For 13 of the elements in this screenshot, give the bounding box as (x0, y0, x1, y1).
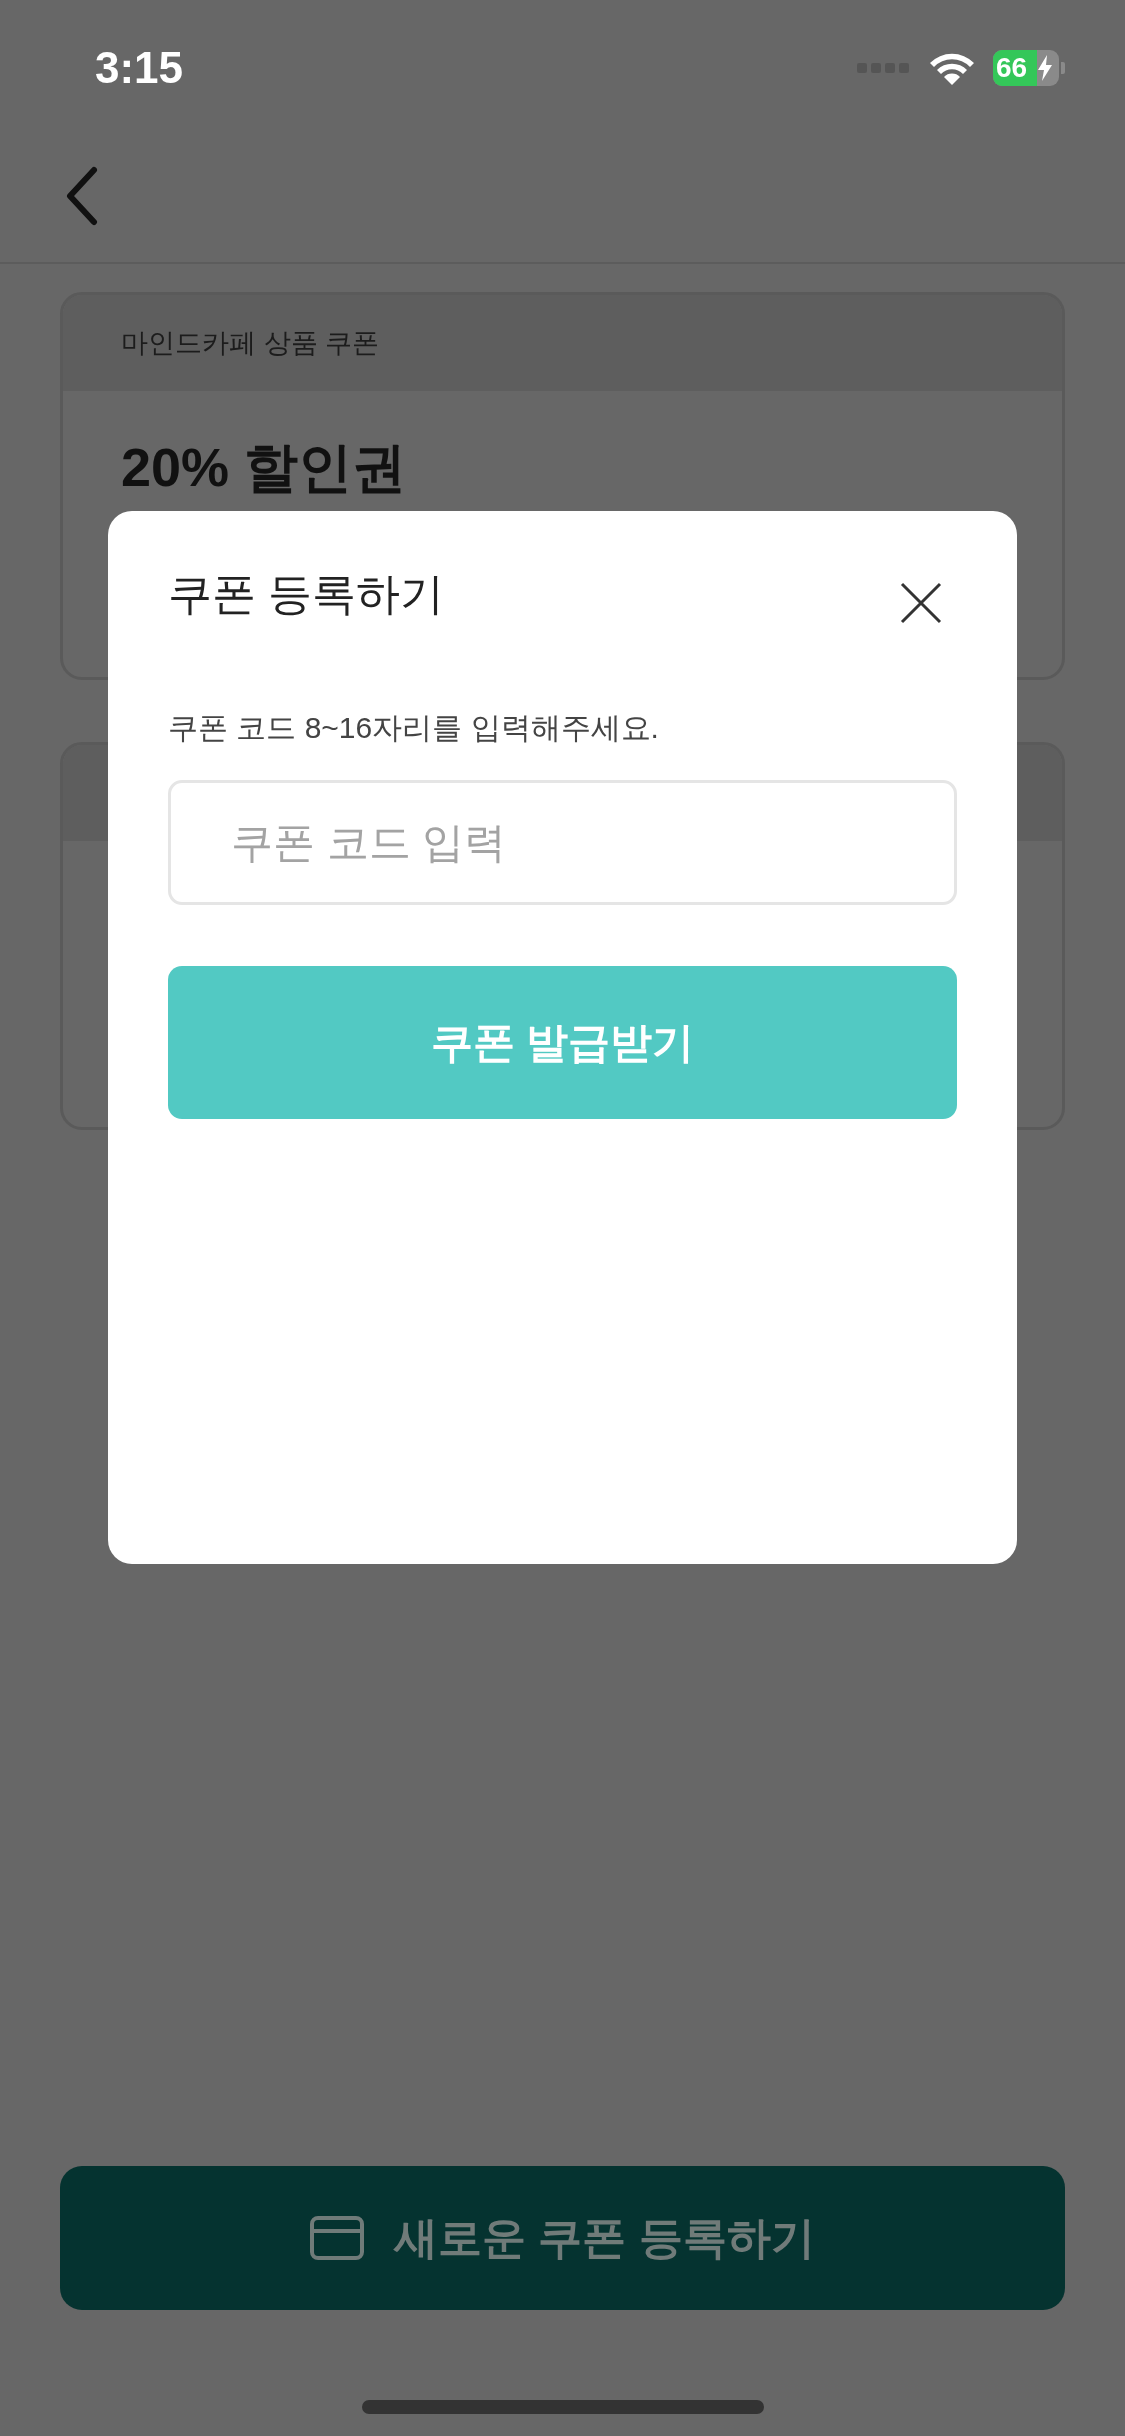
register-coupon-button[interactable]: 새로운 쿠폰 등록하기 (60, 2166, 1065, 2310)
status-time: 3:15 (95, 42, 184, 94)
dialog-title: 쿠폰 등록하기 (168, 568, 445, 620)
card-icon (310, 2216, 365, 2260)
wifi-icon (929, 51, 975, 85)
close-icon (900, 582, 942, 624)
coupon-title: 20% 할인권 (121, 437, 407, 497)
battery-level: 66 (996, 54, 1028, 82)
issue-coupon-button[interactable]: 쿠폰 발급받기 (168, 966, 957, 1119)
coupon-code-field[interactable]: 쿠폰 코드 입력 (168, 780, 957, 905)
coupon-category: 마인드카페 상품 쿠폰 (121, 326, 379, 360)
close-button[interactable] (899, 581, 943, 625)
code-hint: 쿠폰 코드 8~16자리를 입력해주세요. (168, 710, 660, 746)
